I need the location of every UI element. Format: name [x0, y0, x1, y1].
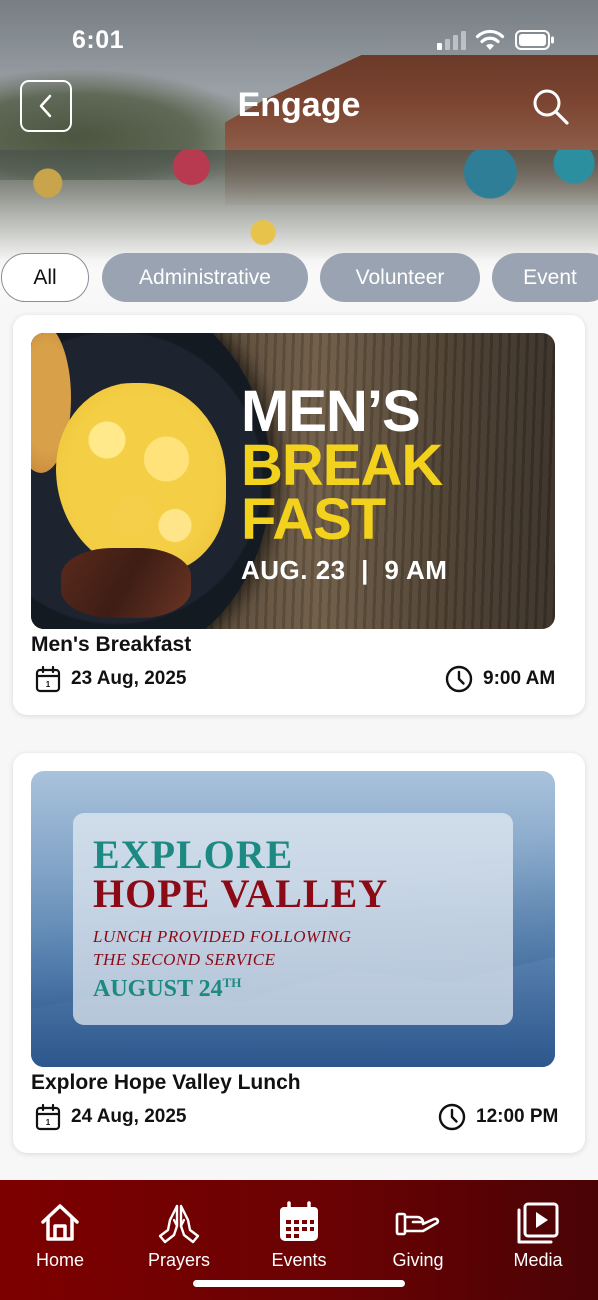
tab-giving-label: Giving [392, 1250, 444, 1270]
chip-event[interactable]: Event [492, 253, 598, 302]
event-date-text: 23 Aug, 2025 [71, 668, 187, 689]
giving-hand-icon [395, 1212, 440, 1236]
event-date: 1 24 Aug, 2025 [35, 1103, 186, 1131]
calendar-icon [280, 1201, 318, 1241]
tab-home[interactable]: Home [10, 1200, 110, 1271]
banner-subline-2: THE SECOND SERVICE [93, 950, 276, 969]
banner-text: MEN’S BREAK FAST AUG. 23 | 9 AM [241, 379, 448, 586]
event-card-hope-valley[interactable]: EXPLORE HOPE VALLEY LUNCH PROVIDED FOLLO… [13, 753, 585, 1153]
search-icon[interactable] [530, 86, 570, 126]
wifi-icon [475, 29, 505, 50]
filter-chips: All Administrative Volunteer Event [0, 253, 598, 305]
tab-giving[interactable]: Giving [368, 1200, 468, 1271]
bacon-graphic [61, 548, 191, 618]
event-banner-mens-breakfast: MEN’S BREAK FAST AUG. 23 | 9 AM [31, 333, 555, 629]
tab-home-label: Home [35, 1250, 84, 1270]
event-banner-hope-valley: EXPLORE HOPE VALLEY LUNCH PROVIDED FOLLO… [31, 771, 555, 1067]
praying-hands-icon [158, 1204, 200, 1244]
svg-text:1: 1 [46, 1118, 51, 1127]
chip-all[interactable]: All [1, 253, 89, 302]
clock-icon [445, 665, 473, 693]
top-nav: Engage [0, 78, 598, 138]
chip-volunteer[interactable]: Volunteer [320, 253, 480, 302]
calendar-icon: 1 [35, 1103, 61, 1131]
event-time: 9:00 AM [445, 665, 555, 693]
tab-events[interactable]: Events [249, 1200, 349, 1271]
banner-line-mens: MEN’S [241, 379, 421, 444]
event-time: 12:00 PM [438, 1103, 558, 1131]
event-title: Men's Breakfast [31, 633, 192, 656]
home-icon [41, 1204, 79, 1241]
battery-icon [515, 30, 554, 50]
event-time-text: 12:00 PM [476, 1106, 559, 1127]
status-bar: 6:01 [0, 0, 598, 80]
event-date-text: 24 Aug, 2025 [71, 1106, 187, 1127]
banner-subline-1: LUNCH PROVIDED FOLLOWING [93, 927, 352, 946]
banner-date: AUGUST 24TH [93, 975, 241, 1003]
banner-date-suffix: TH [222, 975, 242, 990]
clock-icon [438, 1103, 466, 1131]
banner-date-main: AUGUST 24 [93, 976, 223, 1002]
banner-text-panel: EXPLORE HOPE VALLEY LUNCH PROVIDED FOLLO… [73, 813, 513, 1025]
tab-prayers[interactable]: Prayers [129, 1200, 229, 1271]
status-time: 6:01 [72, 26, 125, 54]
event-title: Explore Hope Valley Lunch [31, 1071, 301, 1094]
home-indicator[interactable] [193, 1280, 405, 1287]
background-crowd [0, 150, 598, 260]
event-card-mens-breakfast[interactable]: MEN’S BREAK FAST AUG. 23 | 9 AM Men's Br… [13, 315, 585, 715]
event-time-text: 9:00 AM [483, 668, 556, 689]
tab-prayers-label: Prayers [147, 1250, 210, 1270]
banner-line-fast: FAST [241, 487, 386, 552]
banner-line-hope-valley: HOPE VALLEY [93, 871, 389, 916]
cellular-signal-icon [437, 30, 469, 50]
chip-administrative[interactable]: Administrative [102, 253, 308, 302]
tab-media-label: Media [513, 1250, 563, 1270]
tab-media[interactable]: Media [488, 1200, 588, 1271]
svg-text:1: 1 [46, 680, 51, 689]
banner-line-break: BREAK [241, 433, 443, 498]
page-title: Engage [237, 86, 361, 124]
calendar-icon: 1 [35, 665, 61, 693]
media-play-icon [517, 1202, 559, 1244]
tab-events-label: Events [271, 1250, 327, 1270]
banner-date: AUG. 23 | 9 AM [241, 555, 448, 585]
event-date: 1 23 Aug, 2025 [35, 665, 186, 693]
